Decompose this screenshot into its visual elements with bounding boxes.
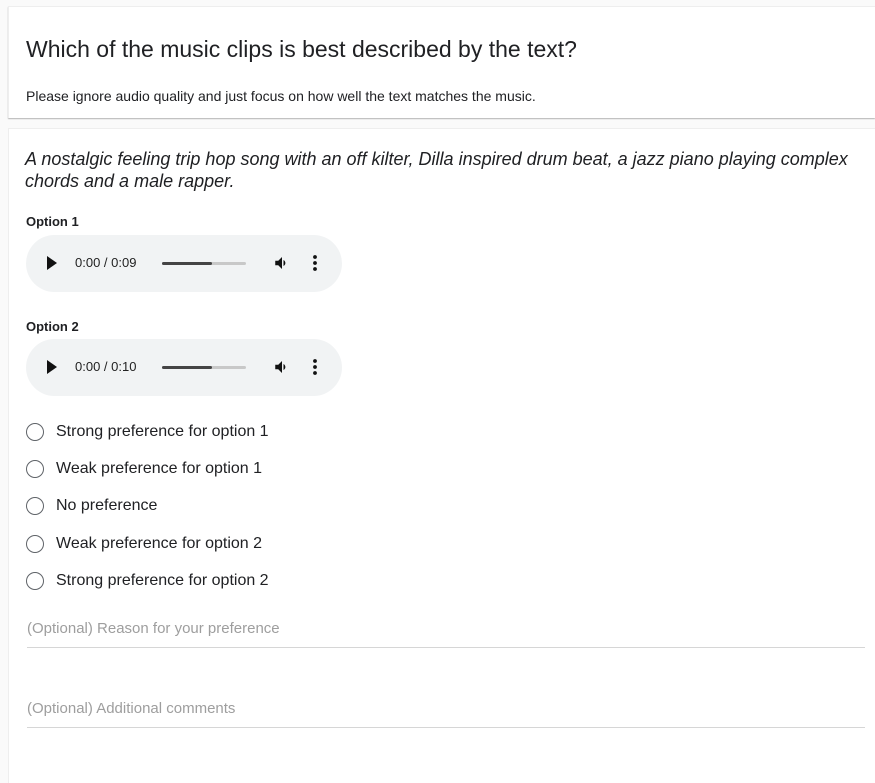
volume-slider[interactable] — [162, 366, 246, 369]
page: Which of the music clips is best describ… — [0, 0, 875, 783]
volume-slider-fill — [162, 262, 213, 265]
radio-label: Weak preference for option 2 — [56, 535, 263, 552]
question-card: A nostalgic feeling trip hop song with a… — [8, 128, 875, 783]
audio-player-option-1[interactable]: 0:00 / 0:09 — [26, 235, 342, 292]
volume-slider[interactable] — [162, 262, 246, 265]
radio-label: Strong preference for option 2 — [56, 572, 269, 589]
radio-strong-option-2[interactable]: Strong preference for option 2 — [26, 569, 269, 593]
radio-weak-option-1[interactable]: Weak preference for option 1 — [26, 457, 262, 481]
radio-strong-option-1[interactable]: Strong preference for option 1 — [26, 420, 269, 444]
header-card: Which of the music clips is best describ… — [8, 6, 875, 118]
radio-circle[interactable] — [26, 460, 44, 478]
radio-label: No preference — [56, 497, 158, 514]
radio-circle[interactable] — [26, 535, 44, 553]
more-vert-icon[interactable] — [312, 358, 318, 376]
music-description: A nostalgic feeling trip hop song with a… — [25, 149, 848, 191]
more-vert-icon[interactable] — [312, 254, 318, 272]
volume-icon[interactable] — [273, 254, 291, 272]
radio-weak-option-2[interactable]: Weak preference for option 2 — [26, 532, 262, 556]
radio-circle[interactable] — [26, 572, 44, 590]
time-display: 0:00 / 0:10 — [75, 359, 137, 374]
audio-player-option-2[interactable]: 0:00 / 0:10 — [26, 339, 342, 396]
play-icon[interactable] — [47, 256, 57, 270]
volume-icon[interactable] — [273, 358, 291, 376]
time-display: 0:00 / 0:09 — [75, 255, 137, 270]
option-2-label: Option 2 — [26, 319, 79, 334]
question-title: Which of the music clips is best describ… — [26, 36, 577, 62]
radio-circle[interactable] — [26, 497, 44, 515]
reason-input[interactable] — [27, 613, 865, 648]
option-1-label: Option 1 — [26, 214, 79, 229]
comments-input[interactable] — [27, 693, 865, 728]
volume-slider-fill — [162, 366, 213, 369]
instructions-text: Please ignore audio quality and just foc… — [26, 88, 536, 104]
radio-circle[interactable] — [26, 423, 44, 441]
radio-label: Weak preference for option 1 — [56, 460, 263, 477]
radio-no-preference[interactable]: No preference — [26, 494, 157, 518]
radio-label: Strong preference for option 1 — [56, 423, 269, 440]
play-icon[interactable] — [47, 360, 57, 374]
